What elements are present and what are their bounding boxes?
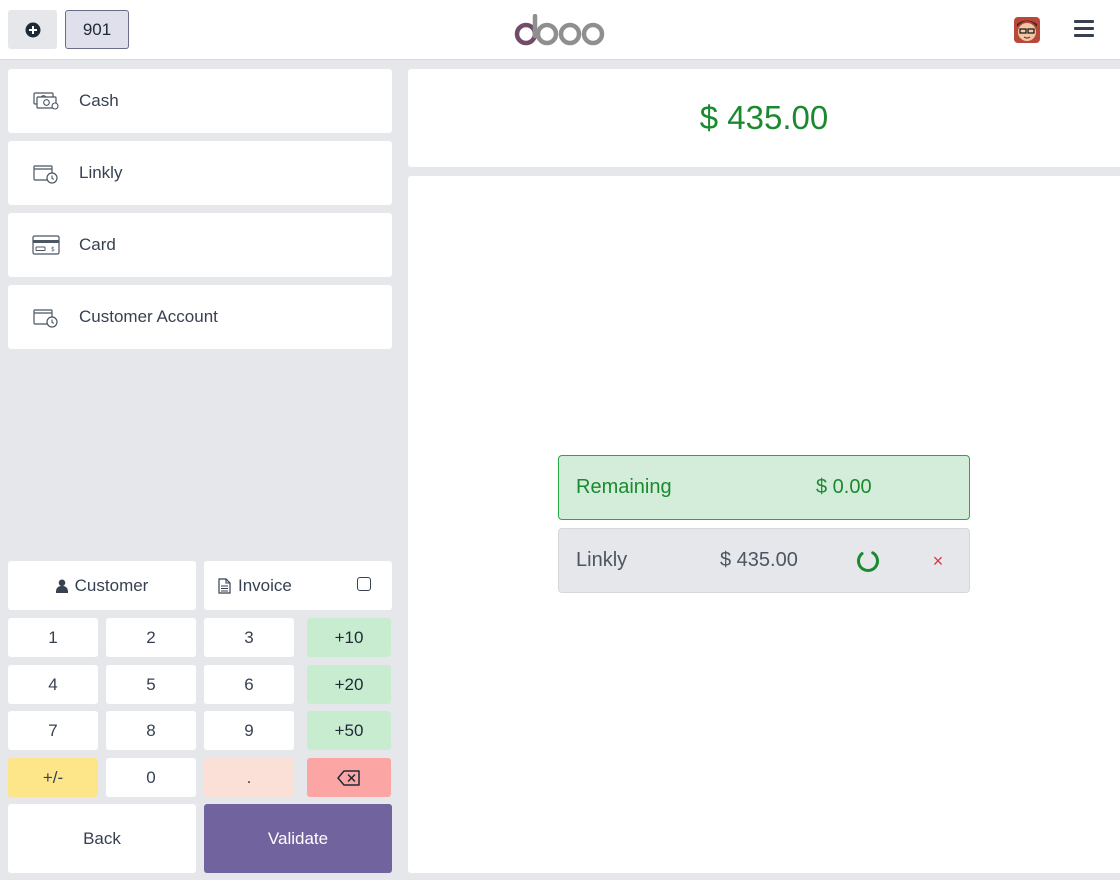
numpad-key-8[interactable]: 8	[106, 711, 196, 750]
paymentline-amount: $ 435.00	[720, 549, 798, 571]
payment-method-label: Customer Account	[79, 307, 218, 326]
numpad-key-9[interactable]: 9	[204, 711, 294, 750]
delete-paymentline-icon[interactable]: ×	[928, 549, 948, 573]
loading-spinner-icon	[857, 550, 879, 572]
menu-icon[interactable]	[1074, 20, 1094, 38]
numpad-key-5[interactable]: 5	[106, 665, 196, 704]
remaining-row: Remaining $ 0.00	[558, 455, 970, 520]
numpad-key-3[interactable]: 3	[204, 618, 294, 657]
numpad-key-1[interactable]: 1	[8, 618, 98, 657]
paymentline[interactable]: Linkly $ 435.00 ×	[558, 528, 970, 593]
numpad-key-4[interactable]: 4	[8, 665, 98, 704]
svg-text:$: $	[51, 246, 55, 253]
numpad-key-7[interactable]: 7	[8, 711, 98, 750]
cash-icon	[31, 89, 61, 113]
payment-method-label: Cash	[79, 91, 119, 110]
invoice-button-label: Invoice	[238, 575, 292, 595]
numpad-key-plus-10[interactable]: +10	[307, 618, 391, 657]
user-icon	[55, 579, 68, 593]
validate-button[interactable]: Validate	[204, 804, 392, 873]
payment-method-label: Card	[79, 235, 116, 254]
back-button[interactable]: Back	[8, 804, 196, 873]
payment-method-linkly[interactable]: Linkly	[8, 141, 392, 205]
new-order-button[interactable]	[8, 10, 57, 49]
numpad-key-2[interactable]: 2	[106, 618, 196, 657]
numpad-key-plus-50[interactable]: +50	[307, 711, 391, 750]
plus-circle-icon	[25, 22, 40, 37]
user-avatar[interactable]	[1014, 17, 1040, 43]
paymentline-method: Linkly	[576, 549, 628, 571]
credit-card-icon: $	[31, 233, 61, 257]
remaining-label: Remaining	[576, 476, 672, 498]
numpad-key-6[interactable]: 6	[204, 665, 294, 704]
customer-button-label: Customer	[74, 575, 149, 595]
top-bar: 901	[0, 0, 1120, 60]
numpad-key-0[interactable]: 0	[106, 758, 196, 797]
backspace-icon	[337, 769, 360, 786]
remaining-value: $ 0.00	[816, 476, 872, 498]
payment-summary-panel	[408, 176, 1120, 873]
numpad-key-plus-20[interactable]: +20	[307, 665, 391, 704]
invoice-checkbox[interactable]	[357, 577, 371, 591]
numpad-key-sign[interactable]: +/-	[8, 758, 98, 797]
payment-method-label: Linkly	[79, 163, 123, 182]
customer-button[interactable]: Customer	[8, 561, 196, 610]
total-amount: $ 435.00	[699, 99, 829, 136]
payment-method-customer-account[interactable]: Customer Account	[8, 285, 392, 349]
numpad-key-backspace[interactable]	[307, 758, 391, 797]
payment-method-cash[interactable]: Cash	[8, 69, 392, 133]
wallet-clock-icon	[31, 305, 61, 329]
wallet-clock-icon	[31, 161, 61, 185]
numpad-key-decimal[interactable]: .	[204, 758, 294, 797]
document-icon	[218, 577, 231, 594]
odoo-logo	[514, 14, 605, 46]
payment-method-card[interactable]: $ Card	[8, 213, 392, 277]
total-due-panel: $ 435.00	[408, 69, 1120, 167]
order-tab[interactable]: 901	[65, 10, 129, 49]
